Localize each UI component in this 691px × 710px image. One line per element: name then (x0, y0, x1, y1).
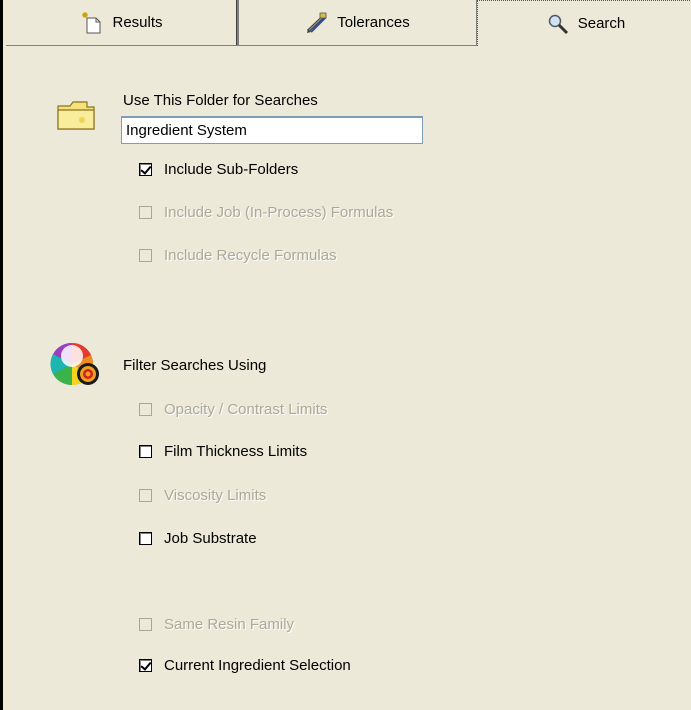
tolerances-icon (305, 11, 329, 35)
same-resin-family-option[interactable]: Same Resin Family (139, 616, 294, 633)
tab-search[interactable]: Search (477, 0, 691, 46)
filter-section-title: Filter Searches Using (123, 357, 267, 374)
include-job-formulas-option[interactable]: Include Job (In-Process) Formulas (139, 204, 393, 221)
search-tab-content: Use This Folder for Searches Include Sub… (6, 46, 691, 710)
include-recycle-formulas-option[interactable]: Include Recycle Formulas (139, 247, 337, 264)
viscosity-limits-option[interactable]: Viscosity Limits (139, 487, 266, 504)
magnifier-icon (546, 12, 570, 36)
viscosity-limits-label: Viscosity Limits (164, 487, 267, 504)
include-recycle-formulas-label: Include Recycle Formulas (164, 247, 337, 264)
new-document-icon (80, 11, 104, 35)
job-substrate-checkbox[interactable] (139, 532, 152, 545)
film-thickness-limits-checkbox[interactable] (139, 445, 152, 458)
include-recycle-formulas-checkbox[interactable] (139, 249, 152, 262)
include-sub-folders-checkbox[interactable] (139, 163, 152, 176)
opacity-limits-label: Opacity / Contrast Limits (164, 401, 328, 418)
include-sub-folders-label: Include Sub-Folders (164, 161, 299, 178)
folder-icon (56, 98, 96, 136)
opacity-limits-option[interactable]: Opacity / Contrast Limits (139, 401, 327, 418)
tab-results-label: Results (112, 14, 163, 31)
current-ingredient-selection-checkbox[interactable] (139, 659, 152, 672)
tab-search-label: Search (577, 15, 626, 32)
film-thickness-limits-option[interactable]: Film Thickness Limits (139, 443, 307, 460)
job-substrate-option[interactable]: Job Substrate (139, 530, 257, 547)
search-folder-field[interactable] (121, 116, 423, 144)
folder-section-title: Use This Folder for Searches (123, 92, 318, 109)
tab-bar: Results Tolerances Search (6, 0, 691, 46)
color-wheel-target-icon (50, 336, 106, 396)
job-substrate-label: Job Substrate (164, 530, 257, 547)
include-sub-folders-option[interactable]: Include Sub-Folders (139, 161, 298, 178)
include-job-formulas-label: Include Job (In-Process) Formulas (164, 204, 394, 221)
opacity-limits-checkbox[interactable] (139, 403, 152, 416)
same-resin-family-checkbox[interactable] (139, 618, 152, 631)
tab-tolerances[interactable]: Tolerances (239, 0, 477, 46)
tab-results[interactable]: Results (6, 0, 239, 46)
current-ingredient-selection-label: Current Ingredient Selection (164, 657, 351, 674)
film-thickness-limits-label: Film Thickness Limits (164, 443, 308, 460)
include-job-formulas-checkbox[interactable] (139, 206, 152, 219)
tab-tolerances-label: Tolerances (337, 14, 410, 31)
same-resin-family-label: Same Resin Family (164, 616, 295, 633)
viscosity-limits-checkbox[interactable] (139, 489, 152, 502)
current-ingredient-selection-option[interactable]: Current Ingredient Selection (139, 657, 351, 674)
search-options-panel: Results Tolerances Search Use This Folde… (0, 0, 691, 710)
